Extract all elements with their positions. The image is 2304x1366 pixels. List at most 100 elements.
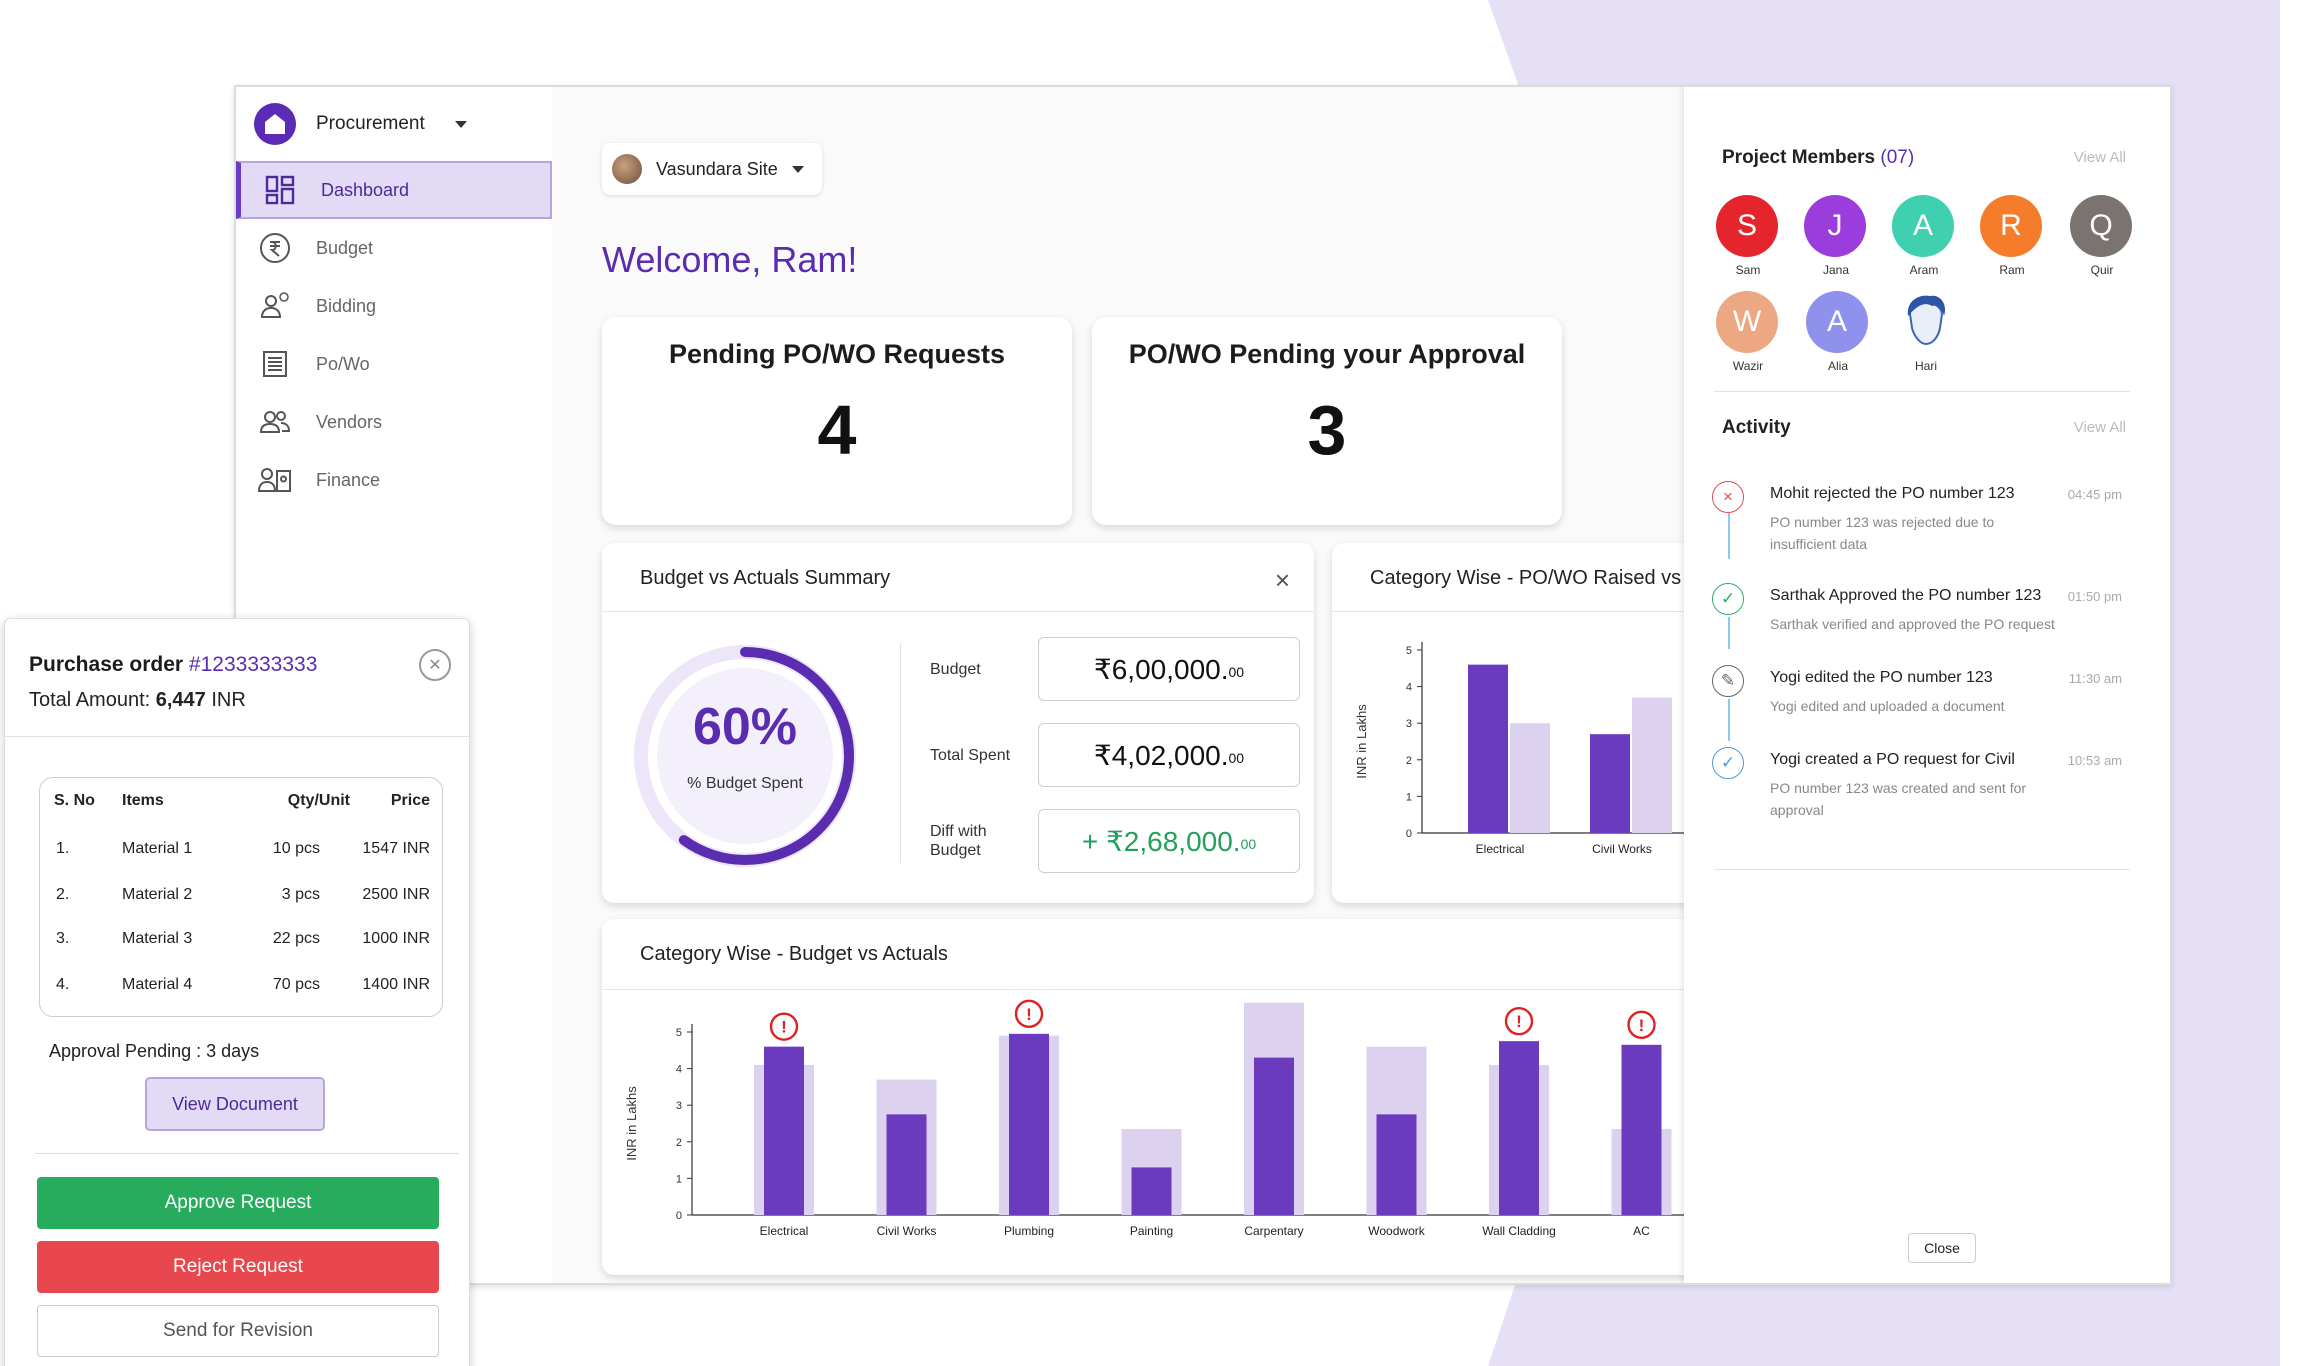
site-name: Vasundara Site <box>656 158 778 179</box>
check-icon: ✓ <box>1712 583 1744 615</box>
budget-summary-panel: Budget vs Actuals Summary × 60% % Budget… <box>602 543 1314 903</box>
y-tick-label: 3 <box>676 1100 682 1112</box>
member-avatar[interactable]: Q Quir <box>2070 195 2134 277</box>
site-selector[interactable]: Vasundara Site <box>602 143 822 195</box>
diff-row: Diff with Budget + ₹2,68,000. 00 <box>930 809 1314 873</box>
users-icon <box>258 405 292 439</box>
table-row: 1. Material 1 10 pcs 1547 INR <box>56 840 430 857</box>
bar <box>1131 1167 1172 1215</box>
member-avatar[interactable]: J Jana <box>1804 195 1868 277</box>
sidebar-item-dashboard[interactable]: Dashboard <box>236 161 552 219</box>
sidebar-item-label: Po/Wo <box>316 353 370 374</box>
table-row: 3. Material 3 22 pcs 1000 INR <box>56 930 430 947</box>
id-card-icon <box>258 463 292 497</box>
reject-request-button[interactable]: Reject Request <box>37 1241 439 1293</box>
home-logo-icon <box>254 103 296 145</box>
members-activity-drawer: Project Members (07) View All S Sam J Jana… <box>1684 87 2170 1283</box>
panel-divider <box>602 989 1802 990</box>
pencil-icon: ✎ <box>1712 665 1744 697</box>
brand-name: Procurement <box>316 113 425 134</box>
bar <box>1254 1057 1294 1215</box>
bar <box>1632 697 1672 833</box>
bar <box>764 1046 804 1215</box>
po-title: Purchase order #1233333333 <box>29 653 318 676</box>
rupee-circle-icon <box>258 231 292 265</box>
bar <box>1499 1041 1539 1215</box>
view-document-button[interactable]: View Document <box>145 1077 325 1131</box>
member-avatar[interactable]: W Wazir <box>1716 291 1780 373</box>
member-avatar[interactable]: S Sam <box>1716 195 1780 277</box>
activity-view-all-link[interactable]: View All <box>2074 419 2126 436</box>
bar <box>1510 723 1550 833</box>
bar <box>1009 1033 1049 1215</box>
table-row: 4. Material 4 70 pcs 1400 INR <box>56 976 430 993</box>
divider <box>1714 391 2130 392</box>
y-tick-label: 0 <box>1406 828 1412 840</box>
divider <box>1714 869 2130 870</box>
x-tick-label: Wall Cladding <box>1482 1224 1556 1238</box>
send-for-revision-button[interactable]: Send for Revision <box>37 1305 439 1357</box>
spent-value: ₹4,02,000. 00 <box>1038 723 1300 787</box>
bar <box>1621 1044 1662 1215</box>
member-avatar[interactable]: A Alia <box>1806 291 1870 373</box>
alert-mark: ! <box>781 1018 787 1037</box>
activity-title: Activity <box>1722 417 1791 438</box>
chevron-down-icon <box>791 165 804 173</box>
panel-divider <box>602 611 1314 612</box>
stat-value: 3 <box>1307 391 1347 469</box>
y-tick-label: 2 <box>1406 755 1412 767</box>
panel-title: Category Wise - PO/WO Raised vs F <box>1370 567 1699 589</box>
budget-percent-label: % Budget Spent <box>687 775 803 792</box>
brand-switcher[interactable]: Procurement <box>254 101 467 147</box>
po-items-table: S. No Items Qty/Unit Price 1. Material 1… <box>39 777 443 1017</box>
members-view-all-link[interactable]: View All <box>2074 149 2126 166</box>
close-icon[interactable]: × <box>1275 565 1290 596</box>
sidebar-item-label: Vendors <box>316 411 383 432</box>
member-avatar[interactable]: A Aram <box>1892 195 1956 277</box>
budget-label: Budget <box>930 660 981 678</box>
sidebar-item-label: Finance <box>316 469 381 490</box>
sidebar-item-label: Budget <box>316 237 374 258</box>
divider <box>900 643 901 863</box>
pending-requests-card[interactable]: Pending PO/WO Requests 4 <box>602 317 1072 525</box>
sidebar-item-vendors[interactable]: Vendors <box>236 393 552 451</box>
sidebar-item-finance[interactable]: Finance <box>236 451 552 509</box>
x-tick-label: Civil Works <box>877 1224 937 1238</box>
main-content: Vasundara Site Welcome, Ram! Pending PO/… <box>552 87 2170 1283</box>
x-tick-label: Civil Works <box>1592 842 1652 856</box>
pending-approval-card[interactable]: PO/WO Pending your Approval 3 <box>1092 317 1562 525</box>
budget-percent: 60% <box>692 698 798 756</box>
timeline-line <box>1728 617 1730 649</box>
member-avatar[interactable]: Hari <box>1894 291 1958 373</box>
site-avatar <box>612 154 642 184</box>
sidebar-nav: Dashboard Budget Bidding Po/Wo Vendors F… <box>236 161 552 509</box>
bar <box>1590 734 1630 833</box>
member-avatar[interactable]: R Ram <box>1980 195 2044 277</box>
table-row: 2. Material 2 3 pcs 2500 INR <box>56 886 430 903</box>
sidebar-item-bidding[interactable]: Bidding <box>236 277 552 335</box>
y-tick-label: 5 <box>1406 645 1412 657</box>
spent-row: Total Spent ₹4,02,000. 00 <box>930 723 1314 787</box>
chevron-down-icon <box>454 120 467 128</box>
category-budget-panel: Category Wise - Budget vs Actuals INR in… <box>602 919 1802 1275</box>
timeline-line <box>1728 699 1730 741</box>
x-tick-label: AC <box>1633 1224 1650 1238</box>
budget-donut: 60% % Budget Spent <box>630 641 860 871</box>
y-tick-label: 0 <box>676 1210 682 1222</box>
budget-row: Budget ₹6,00,000. 00 <box>930 637 1314 701</box>
bar <box>1376 1114 1417 1215</box>
panel-title: Budget vs Actuals Summary <box>640 567 891 589</box>
sidebar-item-po-wo[interactable]: Po/Wo <box>236 335 552 393</box>
purchase-order-card: Purchase order #1233333333 Total Amount:… <box>4 618 470 1366</box>
diff-label: Diff with Budget <box>930 823 987 859</box>
sidebar-item-budget[interactable]: Budget <box>236 219 552 277</box>
stat-title: PO/WO Pending your Approval <box>1128 339 1526 369</box>
alert-mark: ! <box>1026 1005 1032 1024</box>
y-tick-label: 1 <box>1406 791 1412 803</box>
close-button[interactable]: Close <box>1908 1233 1976 1263</box>
approve-request-button[interactable]: Approve Request <box>37 1177 439 1229</box>
alert-mark: ! <box>1639 1016 1645 1035</box>
close-icon[interactable]: ✕ <box>419 649 451 681</box>
alert-mark: ! <box>1516 1012 1522 1031</box>
x-tick-label: Woodwork <box>1368 1224 1425 1238</box>
